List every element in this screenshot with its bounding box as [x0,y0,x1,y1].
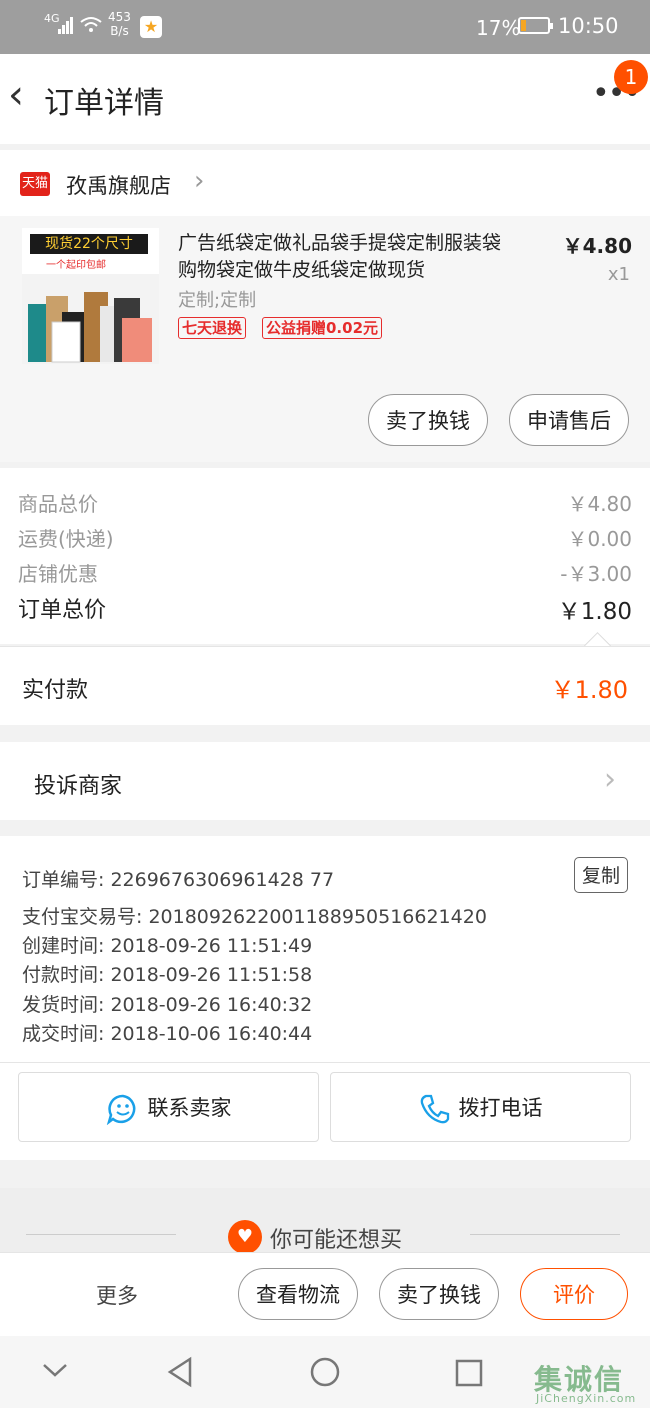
contact-seller-label: 联系卖家 [147,1096,232,1120]
item-price: ￥4.80 [562,234,632,258]
shipped-time: 发货时间: 2018-09-26 16:40:32 [22,994,313,1016]
heart-icon: ♥ [228,1220,262,1254]
view-logistics-button[interactable]: 查看物流 [238,1268,358,1320]
wifi-icon [80,17,102,32]
review-button[interactable]: 评价 [520,1268,628,1320]
call-label: 拨打电话 [458,1096,543,1120]
resell-button[interactable]: 卖了换钱 [379,1268,499,1320]
chevron-right-icon: › [194,166,205,196]
summary-label: 运费(快递) [18,527,114,551]
divider [0,1062,650,1063]
star-app-icon: ★ [140,16,162,38]
phone-icon [420,1094,449,1124]
back-triangle-icon[interactable] [166,1356,194,1388]
signal-icon [58,17,73,34]
order-number: 订单编号: 2269676306961428 77 [22,869,335,891]
clock: 10:50 [558,14,619,38]
shop-header[interactable]: 天猫 孜禹旗舰店 › [0,150,650,216]
divider [470,1234,620,1235]
call-button[interactable]: 拨打电话 [330,1072,631,1142]
page-title: 订单详情 [44,86,164,121]
tmall-icon: 天猫 [20,172,50,196]
order-number-value: 2269676306961428 77 [110,869,335,891]
created-time: 创建时间: 2018-09-26 11:51:49 [22,935,313,957]
battery-percent: 17% [476,16,521,40]
resell-button[interactable]: 卖了换钱 [368,394,488,446]
summary-value: ￥4.80 [567,492,632,516]
chat-icon [106,1094,135,1125]
divider [26,1234,176,1235]
home-circle-icon[interactable] [309,1356,341,1388]
recents-square-icon[interactable] [454,1358,484,1388]
copy-button[interactable]: 复制 [574,857,628,893]
contact-seller-button[interactable]: 联系卖家 [18,1072,319,1142]
order-total-label: 订单总价 [18,598,107,623]
item-quantity: x1 [607,264,630,285]
watermark-url: JiChengXin.com [536,1392,637,1405]
tag-7day-return: 七天退换 [178,317,247,339]
battery-icon [518,17,553,34]
status-bar: 4G 453 B/s ★ 17% 10:50 [0,0,650,54]
complaint-label: 投诉商家 [34,774,123,799]
paid-time: 付款时间: 2018-09-26 11:51:58 [22,964,313,986]
alipay-trade-number: 支付宝交易号: 2018092622001188950516621420 [22,906,487,928]
summary-label: 商品总价 [18,492,98,516]
summary-value: ￥0.00 [567,527,632,551]
item-title[interactable]: 广告纸袋定做礼品袋手提袋定制服装袋购物袋定做牛皮纸袋定做现货 [178,230,518,284]
product-thumbnail[interactable]: 现货22个尺寸 一个起印包邮 [22,228,159,364]
paid-value: ￥1.80 [550,676,628,704]
net-speed: 453 B/s [108,10,131,38]
more-link[interactable]: 更多 [96,1280,138,1310]
bags-image [22,274,159,364]
completed-time: 成交时间: 2018-10-06 16:40:44 [22,1023,313,1045]
top-navbar: ‹ 订单详情 ••• 1 [0,54,650,144]
after-sales-button[interactable]: 申请售后 [509,394,629,446]
paid-label: 实付款 [22,678,89,703]
back-arrow-icon[interactable]: ‹ [8,72,24,118]
summary-label: 店铺优惠 [18,562,98,586]
item-spec: 定制;定制 [178,290,257,311]
notification-badge: 1 [614,60,648,94]
chevron-down-icon[interactable] [42,1362,68,1378]
recommend-label: 你可能还想买 [270,1228,403,1253]
tag-charity: 公益捐赠0.02元 [262,317,383,339]
shop-name: 孜禹旗舰店 [66,174,171,198]
chevron-right-icon: › [604,762,616,797]
summary-value: -￥3.00 [560,562,632,586]
order-total-value: ￥1.80 [557,599,632,625]
